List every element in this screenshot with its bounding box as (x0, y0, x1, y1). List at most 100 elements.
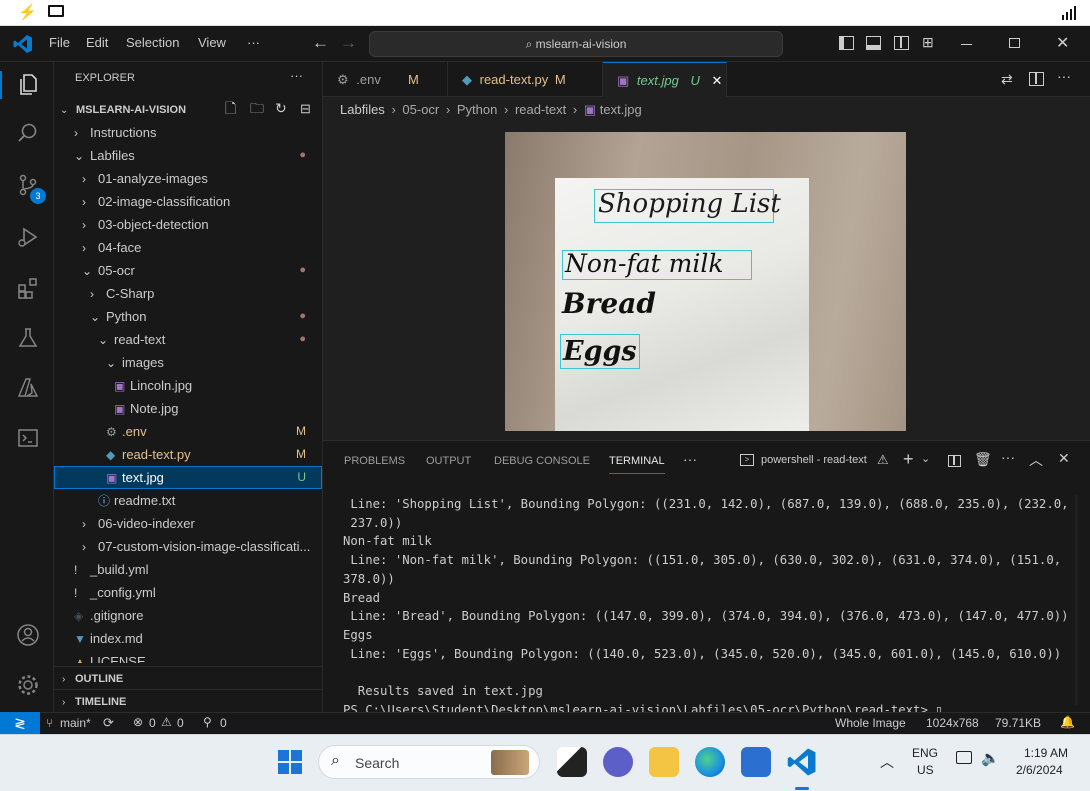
menu-file[interactable]: File (49, 35, 70, 50)
monitor-icon[interactable] (48, 5, 64, 17)
tree-item-config-yml[interactable]: ! _config.yml (54, 581, 322, 604)
split-editor-icon[interactable] (1029, 72, 1044, 86)
split-terminal-icon[interactable] (948, 455, 961, 467)
close-tab-icon[interactable]: ✕ (711, 73, 722, 88)
customize-layout-icon[interactable]: ⊞ (922, 34, 934, 51)
tab-read-text-py[interactable]: ◆ read-text.py M (448, 62, 603, 97)
tree-item-env[interactable]: ⚙ .env M (54, 420, 322, 443)
tree-item-python[interactable]: ⌄ Python ● (54, 305, 322, 328)
tree-item-index-md[interactable]: ▼ index.md (54, 627, 322, 650)
breadcrumb-text-jpg[interactable]: text.jpg (600, 102, 642, 117)
azure-icon[interactable] (14, 375, 42, 403)
ocr-result-image[interactable]: Shopping List Non-fat milk Bread Eggs (505, 132, 906, 431)
clock-date[interactable]: 2/6/2024 (1016, 763, 1063, 777)
tree-item-instructions[interactable]: › Instructions (54, 121, 322, 144)
teams-chat-icon[interactable] (603, 747, 633, 777)
new-folder-icon[interactable]: 🗀 (250, 97, 264, 120)
search-view-icon[interactable] (14, 120, 42, 148)
refresh-icon[interactable]: ↻ (275, 97, 287, 120)
volume-icon[interactable]: 🔈 (981, 749, 1000, 767)
notifications-bell-icon[interactable]: 🔔 (1060, 715, 1075, 729)
new-terminal-icon[interactable]: + (903, 449, 914, 470)
warning-count[interactable]: 0 (177, 716, 184, 730)
more-actions-icon[interactable]: ··· (1057, 68, 1071, 84)
close-panel-icon[interactable]: ✕ (1058, 450, 1070, 467)
store-icon[interactable] (741, 747, 771, 777)
zoom-mode[interactable]: Whole Image (835, 716, 906, 730)
panel-tab-problems[interactable]: PROBLEMS (344, 455, 405, 467)
new-file-icon[interactable]: 🗋 (225, 97, 236, 120)
chevron-down-icon[interactable]: ⌄ (921, 452, 930, 465)
tree-item-01-analyze-images[interactable]: › 01-analyze-images (54, 167, 322, 190)
extensions-icon[interactable] (14, 275, 42, 303)
sync-icon[interactable]: ⟳ (103, 715, 114, 731)
edge-browser-icon[interactable] (695, 747, 725, 777)
command-center[interactable]: ⌕ mslearn-ai-vision (369, 31, 783, 57)
menu-selection[interactable]: Selection (126, 35, 179, 50)
tree-item-build-yml[interactable]: ! _build.yml (54, 558, 322, 581)
restore-icon[interactable] (1009, 38, 1020, 48)
panel-tab-debug-console[interactable]: DEBUG CONSOLE (494, 455, 590, 467)
vscode-taskbar-icon[interactable] (787, 747, 817, 777)
tree-item-07-custom-vision-image-classificati[interactable]: › 07-custom-vision-image-classificati... (54, 535, 322, 558)
lightning-icon[interactable]: ⚡ (18, 3, 37, 21)
tree-item-lincoln-jpg[interactable]: ▣ Lincoln.jpg (54, 374, 322, 397)
breadcrumb-labfiles[interactable]: Labfiles (340, 102, 385, 117)
ports-count[interactable]: 0 (220, 716, 227, 730)
accounts-icon[interactable] (14, 622, 42, 650)
tree-item-note-jpg[interactable]: ▣ Note.jpg (54, 397, 322, 420)
toggle-secondary-sidebar-icon[interactable] (894, 36, 909, 50)
timeline-section[interactable]: › TIMELINE (54, 689, 322, 711)
breadcrumb-05-ocr[interactable]: 05-ocr (402, 102, 439, 117)
tree-item-03-object-detection[interactable]: › 03-object-detection (54, 213, 322, 236)
taskbar-search-box[interactable]: ⌕ Search (318, 745, 540, 779)
forward-arrow-icon[interactable]: → (340, 33, 357, 53)
outline-section[interactable]: › OUTLINE (54, 666, 322, 688)
menu-edit[interactable]: Edit (86, 35, 108, 50)
menu-more[interactable]: ··· (247, 35, 260, 50)
trash-icon[interactable]: 🗑 (974, 451, 992, 468)
toggle-primary-sidebar-icon[interactable] (839, 36, 854, 50)
network-icon[interactable] (956, 751, 972, 764)
tree-item-gitignore[interactable]: ◈ .gitignore (54, 604, 322, 627)
tree-item-license[interactable]: ▲ LICENSE (54, 650, 322, 663)
tree-item-06-video-indexer[interactable]: › 06-video-indexer (54, 512, 322, 535)
toggle-panel-icon[interactable] (866, 36, 881, 50)
tree-item-c-sharp[interactable]: › C-Sharp (54, 282, 322, 305)
explorer-icon[interactable] (14, 71, 42, 99)
task-view-icon[interactable] (557, 747, 587, 777)
workspace-root[interactable]: ⌄ MSLEARN-AI-VISION 🗋 🗀 ↻ ⊟ (54, 97, 322, 120)
panel-overflow-icon[interactable]: ··· (1001, 449, 1015, 465)
terminal-instance-name[interactable]: powershell - read-text (761, 454, 867, 466)
tree-item-read-text[interactable]: ⌄ read-text ● (54, 328, 322, 351)
run-debug-icon[interactable] (14, 224, 42, 252)
terminal-view-icon[interactable] (14, 425, 42, 453)
panel-tab-output[interactable]: OUTPUT (426, 455, 471, 467)
minimize-icon[interactable] (961, 44, 972, 45)
tab-text-jpg[interactable]: ▣ text.jpg U ✕ (603, 62, 727, 98)
tree-item-04-face[interactable]: › 04-face (54, 236, 322, 259)
tree-item-readme-txt[interactable]: ⓘ readme.txt (54, 489, 322, 512)
tab-env[interactable]: ⚙ .env M (323, 62, 448, 97)
language-code[interactable]: ENG (912, 746, 938, 760)
explorer-more-button[interactable]: ··· (290, 68, 303, 83)
remote-indicator[interactable]: ≷ (0, 712, 40, 734)
close-window-icon[interactable]: ✕ (1056, 33, 1069, 53)
terminal-output[interactable]: Line: 'Shopping List', Bounding Polygon:… (343, 495, 1073, 719)
compare-changes-icon[interactable]: ⇄ (1001, 71, 1013, 88)
menu-view[interactable]: View (198, 35, 226, 50)
tree-item-02-image-classification[interactable]: › 02-image-classification (54, 190, 322, 213)
settings-gear-icon[interactable] (14, 672, 42, 700)
breadcrumb-python[interactable]: Python (457, 102, 497, 117)
panel-tab-terminal[interactable]: TERMINAL (609, 455, 665, 474)
panel-more-button[interactable]: ··· (683, 451, 697, 467)
windows-start-icon[interactable] (278, 750, 302, 774)
back-arrow-icon[interactable]: ← (312, 33, 329, 53)
maximize-panel-icon[interactable]: ︿ (1029, 450, 1043, 470)
region-code[interactable]: US (917, 763, 934, 777)
tree-item-images[interactable]: ⌄ images (54, 351, 322, 374)
tree-item-text-jpg[interactable]: ▣ text.jpg U (54, 466, 322, 489)
show-hidden-icons[interactable]: ︿ (880, 752, 894, 772)
branch-name[interactable]: main* (60, 716, 91, 730)
tree-item-labfiles[interactable]: ⌄ Labfiles ● (54, 144, 322, 167)
